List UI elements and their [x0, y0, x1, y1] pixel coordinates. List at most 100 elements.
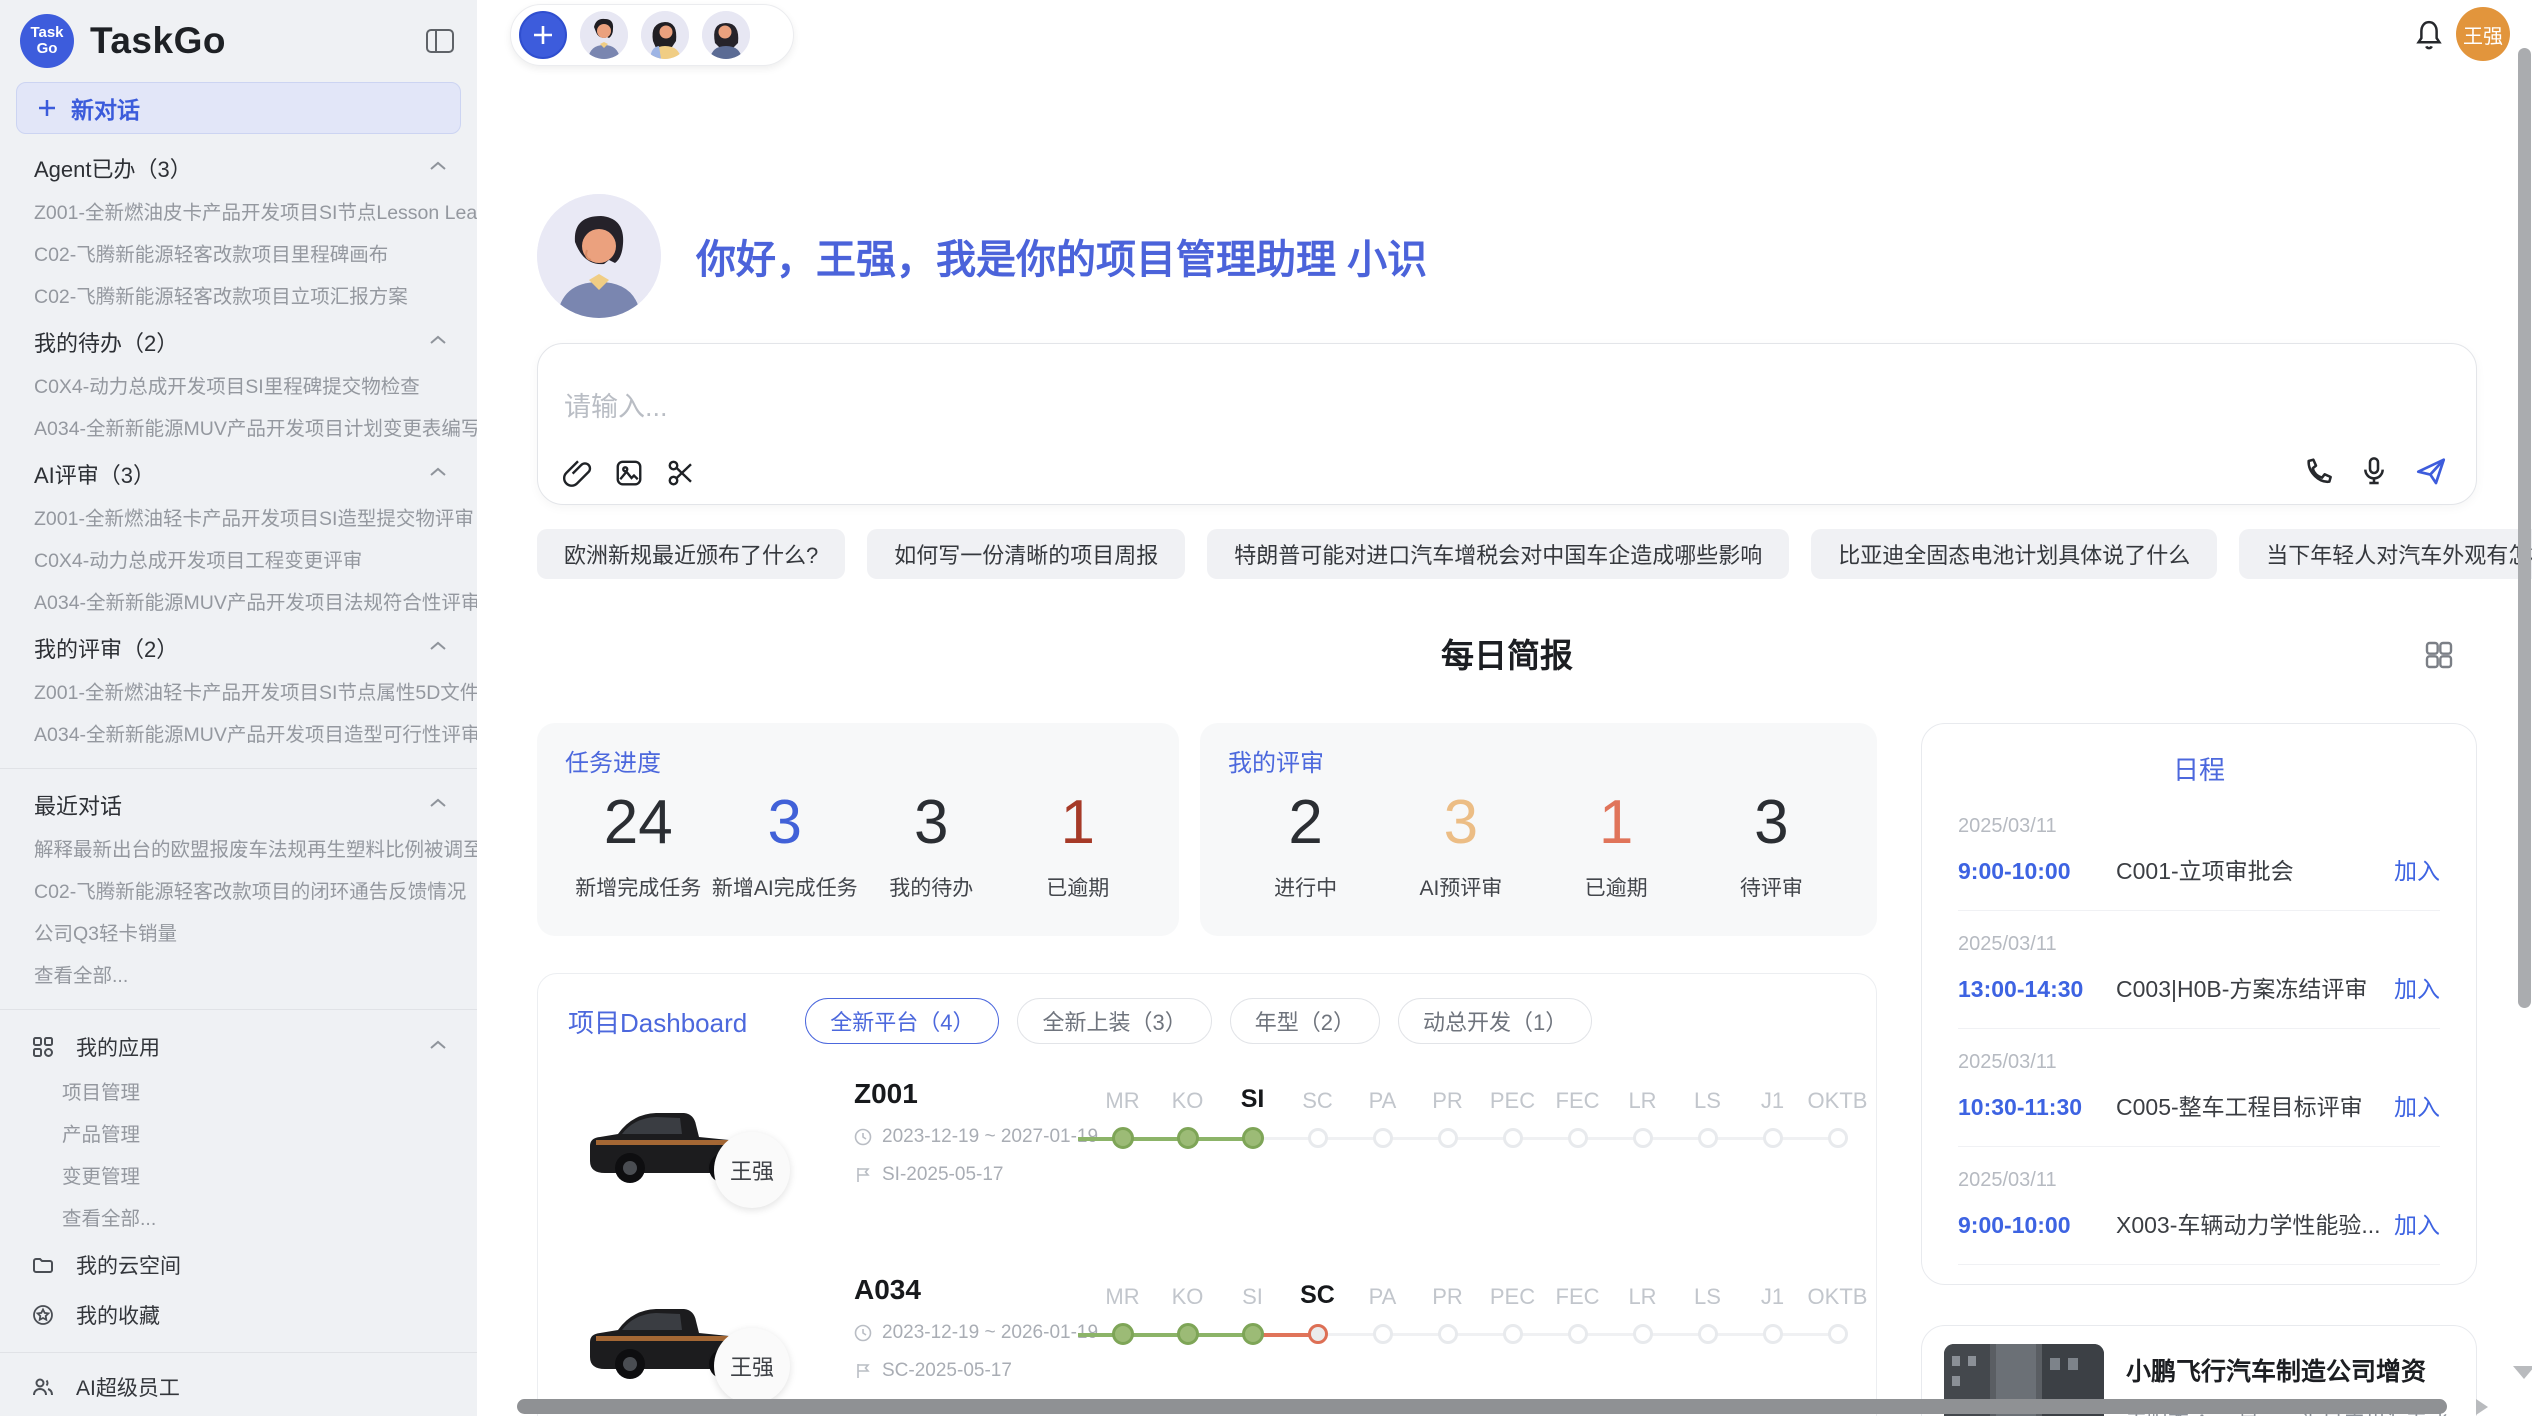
schedule-entry: 2025/03/11 9:00-10:00 X003-车辆动力学性能验... 加… — [1958, 1169, 2440, 1240]
join-link[interactable]: 加入 — [2394, 1206, 2440, 1240]
suggestion-chip[interactable]: 特朗普可能对进口汽车增税会对中国车企造成哪些影响 — [1207, 529, 1789, 579]
suggestion-chip[interactable]: 当下年轻人对汽车外观有怎样的喜好趋势 — [2239, 529, 2532, 579]
sidebar-item-label: 我的云空间 — [76, 1250, 181, 1280]
stat: 1 已逾期 — [1005, 788, 1152, 902]
task-item[interactable]: C02-飞腾新能源轻客改款项目立项汇报方案 — [0, 276, 477, 318]
sidebar: Task Go TaskGo 新对话 Agent已办（3） Z001-全新燃油皮… — [0, 0, 477, 1416]
task-item[interactable]: Z001-全新燃油皮卡产品开发项目SI节点Lesson Learn报告 — [0, 192, 477, 234]
sidebar-item-favorites[interactable]: 我的收藏 — [0, 1290, 477, 1340]
schedule-date: 2025/03/11 — [1958, 1051, 2440, 1074]
task-item[interactable]: A034-全新新能源MUV产品开发项目计划变更表编写 — [0, 408, 477, 450]
sidebar-item-ai-staff[interactable]: AI超级员工 — [0, 1365, 477, 1409]
join-link[interactable]: 加入 — [2394, 1088, 2440, 1122]
join-link[interactable]: 加入 — [2394, 970, 2440, 1004]
schedule-card: 日程 2025/03/11 9:00-10:00 C001-立项审批会 加入 2… — [1921, 723, 2477, 1285]
app-item-change-mgmt[interactable]: 变更管理 — [0, 1156, 477, 1198]
join-link[interactable]: 加入 — [2394, 852, 2440, 886]
view-all-apps-link[interactable]: 查看全部... — [0, 1198, 477, 1240]
suggestion-chip[interactable]: 欧洲新规最近颁布了什么? — [537, 529, 845, 579]
milestone-dot — [1373, 1324, 1393, 1344]
sidebar-item-help-write[interactable]: 帮我写作 — [0, 1409, 477, 1416]
scissors-icon[interactable] — [666, 458, 696, 488]
section-recent-chats[interactable]: 最近对话 — [0, 781, 477, 829]
section-my-review[interactable]: 我的评审（2） — [0, 624, 477, 672]
sidebar-item-cloud-space[interactable]: 我的云空间 — [0, 1240, 477, 1290]
milestone-dot — [1828, 1324, 1848, 1344]
task-item[interactable]: C02-飞腾新能源轻客改款项目里程碑画布 — [0, 234, 477, 276]
plus-icon — [37, 98, 71, 118]
task-item[interactable]: A034-全新新能源MUV产品开发项目造型可行性评审 — [0, 714, 477, 756]
task-item[interactable]: Z001-全新燃油轻卡产品开发项目SI节点属性5D文件评审 — [0, 672, 477, 714]
suggestion-chip[interactable]: 比亚迪全固态电池计划具体说了什么 — [1811, 529, 2217, 579]
chat-composer — [537, 343, 2477, 505]
sidebar-nav: Agent已办（3） Z001-全新燃油皮卡产品开发项目SI节点Lesson L… — [0, 144, 477, 1416]
project-code: Z001 — [854, 1078, 1098, 1110]
view-all-chats-link[interactable]: 查看全部... — [0, 955, 477, 997]
vertical-scrollbar-thumb[interactable] — [2518, 48, 2531, 1008]
milestone-dot-done — [1112, 1127, 1134, 1149]
task-item[interactable]: Z001-全新燃油轻卡产品开发项目SI造型提交物评审 — [0, 498, 477, 540]
flag-icon — [854, 1362, 872, 1380]
milestone-timeline: MR KO SI SC PA PR PEC FEC LR LS J1 — [1090, 1080, 1870, 1162]
milestone-dot — [1503, 1324, 1523, 1344]
stat-label: 新增AI完成任务 — [712, 872, 859, 902]
sidebar-collapse-icon[interactable] — [425, 28, 455, 54]
milestone-label: SC — [1285, 1088, 1350, 1114]
recent-chat-item[interactable]: C02-飞腾新能源轻客改款项目的闭环通告反馈情况 — [0, 871, 477, 913]
tab-new-body[interactable]: 全新上装（3） — [1017, 998, 1211, 1044]
app-title: TaskGo — [90, 20, 226, 62]
schedule-time: 10:30-11:30 — [1958, 1094, 2116, 1121]
image-icon[interactable] — [614, 458, 644, 488]
sidebar-item-my-apps[interactable]: 我的应用 — [0, 1022, 477, 1072]
chevron-up-icon — [429, 797, 447, 809]
app-item-product-mgmt[interactable]: 产品管理 — [0, 1114, 477, 1156]
dashboard-title: 项目Dashboard — [568, 1003, 747, 1040]
section-agent-done[interactable]: Agent已办（3） — [0, 144, 477, 192]
new-chat-button[interactable]: 新对话 — [16, 82, 461, 134]
section-ai-review[interactable]: AI评审（3） — [0, 450, 477, 498]
task-item[interactable]: C0X4-动力总成开发项目SI里程碑提交物检查 — [0, 366, 477, 408]
task-progress-card: 任务进度 24 新增完成任务 3 新增AI完成任务 3 — [537, 723, 1179, 936]
microphone-icon[interactable] — [2358, 455, 2390, 487]
tab-new-platform[interactable]: 全新平台（4） — [805, 998, 999, 1044]
clock-icon — [854, 1324, 872, 1342]
project-row[interactable]: 王强 Z001 2023-12-19 ~ 2027-01-19 SI-2025-… — [568, 1072, 1846, 1240]
milestone-dot — [1633, 1324, 1653, 1344]
divider — [0, 768, 477, 769]
task-item[interactable]: A034-全新新能源MUV产品开发项目法规符合性评审 — [0, 582, 477, 624]
app-item-project-mgmt[interactable]: 项目管理 — [0, 1072, 477, 1114]
chevron-up-icon — [429, 334, 447, 346]
milestone-dot — [1568, 1128, 1588, 1148]
section-label: 我的待办（2） — [34, 326, 178, 358]
milestone-label: MR — [1090, 1088, 1155, 1114]
scroll-right-arrow[interactable] — [2476, 1399, 2488, 1415]
tab-model-year[interactable]: 年型（2） — [1230, 998, 1380, 1044]
milestone-dot — [1308, 1128, 1328, 1148]
project-row[interactable]: 王强 A034 2023-12-19 ~ 2026-01-19 SC-2025-… — [568, 1268, 1846, 1416]
project-owner-avatar: 王强 — [714, 1328, 790, 1404]
section-my-todo[interactable]: 我的待办（2） — [0, 318, 477, 366]
milestone-label: LR — [1610, 1088, 1675, 1114]
send-icon[interactable] — [2414, 454, 2448, 488]
horizontal-scrollbar-thumb[interactable] — [517, 1399, 2447, 1414]
milestone-dot — [1438, 1324, 1458, 1344]
main-content: 你好，王强，我是你的项目管理助理 小识 欧洲新规最近颁布了什么? 如何写一份清晰… — [477, 0, 2477, 1416]
task-item[interactable]: C0X4-动力总成开发项目工程变更评审 — [0, 540, 477, 582]
tab-powertrain[interactable]: 动总开发（1） — [1398, 998, 1592, 1044]
recent-chat-item[interactable]: 公司Q3轻卡销量 — [0, 913, 477, 955]
chat-input[interactable] — [564, 392, 1764, 423]
milestone-label: LR — [1610, 1284, 1675, 1310]
layout-grid-icon[interactable] — [2423, 639, 2455, 671]
milestone-dot-done — [1177, 1127, 1199, 1149]
recent-chat-item[interactable]: 解释最新出台的欧盟报废车法规再生塑料比例被调至15%... — [0, 829, 477, 871]
suggestion-chip[interactable]: 如何写一份清晰的项目周报 — [867, 529, 1185, 579]
milestone-dot — [1698, 1324, 1718, 1344]
sidebar-item-label: AI超级员工 — [76, 1372, 180, 1402]
phone-icon[interactable] — [2302, 455, 2334, 487]
scroll-down-arrow[interactable] — [2513, 1366, 2532, 1379]
attachment-icon[interactable] — [562, 458, 592, 488]
divider — [1958, 1146, 2440, 1147]
clock-icon — [854, 1128, 872, 1146]
stat-value: 2 — [1228, 788, 1383, 858]
stat-label: 新增完成任务 — [565, 872, 712, 902]
